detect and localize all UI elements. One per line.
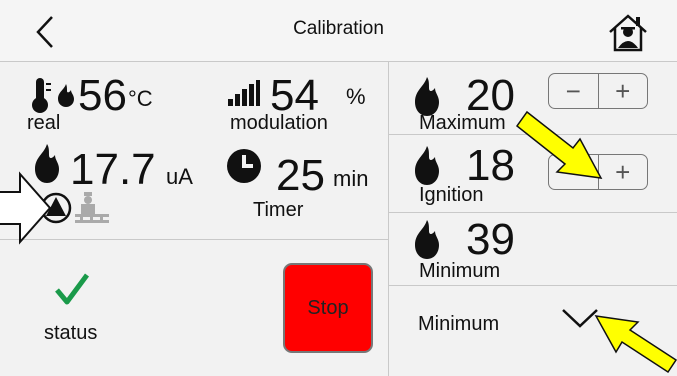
maximum-label: Maximum <box>419 112 506 134</box>
timer-label: Timer <box>253 199 304 221</box>
flame-icon <box>415 77 439 116</box>
flame-current-unit: uA <box>166 164 193 189</box>
thermometer-flame-icon <box>32 78 74 113</box>
page-title: Calibration <box>293 18 384 39</box>
right-divider-2 <box>388 212 677 213</box>
minimum-value: 39 <box>466 215 515 264</box>
minimum-label: Minimum <box>419 260 501 282</box>
signal-bars-icon <box>228 80 260 106</box>
home-user-icon <box>609 14 647 52</box>
flame-icon <box>415 220 439 259</box>
temperature-unit: °C <box>128 86 153 111</box>
arrow-right-icon <box>0 171 52 245</box>
arrow-up-left-icon <box>594 315 677 374</box>
arrow-down-right-icon <box>515 110 603 179</box>
chimney-sweep-icon <box>75 192 109 223</box>
stop-button[interactable]: Stop <box>283 263 373 353</box>
home-button[interactable] <box>606 12 650 54</box>
status-label: status <box>44 322 98 344</box>
increment-button[interactable]: + <box>597 74 648 108</box>
flame-current-value: 17.7 <box>70 145 156 194</box>
timer-unit: min <box>333 166 369 191</box>
clock-icon <box>227 149 261 183</box>
modulation-label: modulation <box>230 112 328 134</box>
flame-icon <box>415 146 439 185</box>
timer-value: 25 <box>276 151 325 200</box>
ignition-value: 18 <box>466 141 515 190</box>
checkmark-icon <box>55 273 90 305</box>
temperature-value: 56 <box>78 71 127 120</box>
decrement-button[interactable]: − <box>549 74 598 108</box>
left-divider <box>0 239 388 240</box>
ignition-label: Ignition <box>419 184 484 206</box>
maximum-stepper[interactable]: − + <box>548 73 648 109</box>
modulation-unit: % <box>346 84 366 109</box>
dropdown-label: Minimum <box>418 313 500 335</box>
temperature-label: real <box>27 112 61 134</box>
